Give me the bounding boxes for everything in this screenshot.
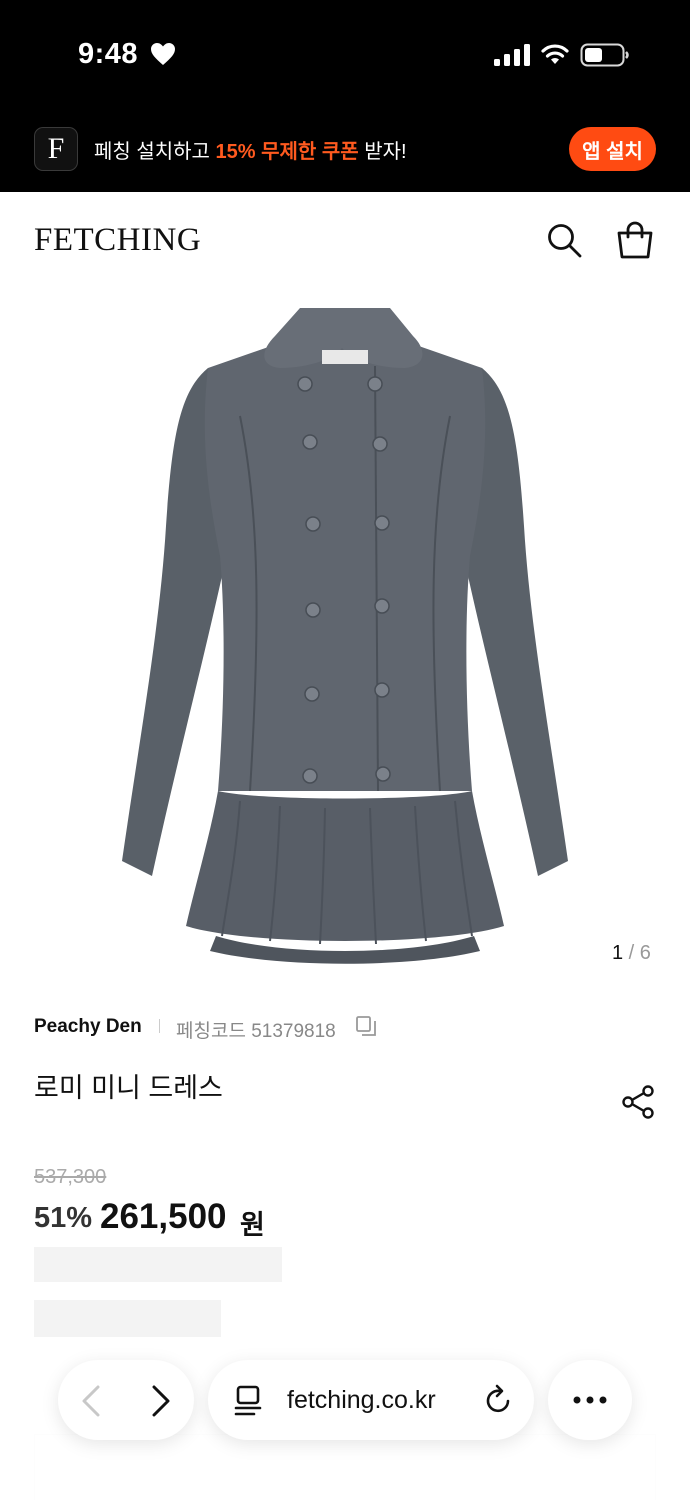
signal-icon [494, 44, 530, 66]
back-chevron-icon[interactable] [78, 1384, 104, 1418]
heart-icon [151, 43, 175, 65]
shopping-bag-icon[interactable] [616, 220, 654, 260]
battery-icon [580, 43, 629, 67]
fetching-app-icon: F [34, 127, 78, 171]
reader-icon[interactable] [232, 1384, 264, 1418]
reload-icon[interactable] [482, 1384, 514, 1416]
image-separator: / [623, 942, 640, 964]
banner-promo-text: 페칭 설치하고 15% 무제한 쿠폰 받자! [94, 135, 407, 164]
product-image[interactable] [110, 296, 580, 976]
divider [159, 1019, 160, 1033]
loading-placeholder [34, 1300, 221, 1337]
original-price: 537,300 [34, 1166, 107, 1188]
fetching-code: 페칭코드 51379818 [176, 1021, 336, 1042]
loading-placeholder [34, 1247, 282, 1282]
image-counter: 1 / 6 [612, 942, 651, 965]
search-icon[interactable] [546, 222, 582, 258]
url-text[interactable]: fetching.co.kr [287, 1386, 436, 1415]
wifi-icon [541, 44, 569, 64]
product-name: 로미 미니 드레스 [34, 1073, 223, 1103]
status-time: 9:48 [78, 38, 139, 70]
banner-text-highlight: 15% 무제한 쿠폰 [215, 141, 359, 163]
brand-name[interactable]: Peachy Den [34, 1016, 142, 1038]
site-logo[interactable]: FETCHING [34, 222, 201, 259]
image-total: 6 [639, 942, 651, 964]
share-icon[interactable] [620, 1084, 656, 1120]
currency-unit: 원 [240, 1210, 265, 1240]
copy-icon[interactable] [355, 1015, 377, 1037]
image-current: 1 [612, 942, 624, 964]
banner-text-after: 받자! [358, 141, 407, 163]
banner-text-before: 페칭 설치하고 [94, 141, 216, 163]
more-icon[interactable] [570, 1390, 610, 1410]
sale-price: 261,500 [100, 1197, 227, 1236]
install-app-button[interactable]: 앱 설치 [569, 127, 656, 171]
discount-rate: 51% [34, 1202, 93, 1234]
forward-chevron-icon[interactable] [148, 1384, 174, 1418]
